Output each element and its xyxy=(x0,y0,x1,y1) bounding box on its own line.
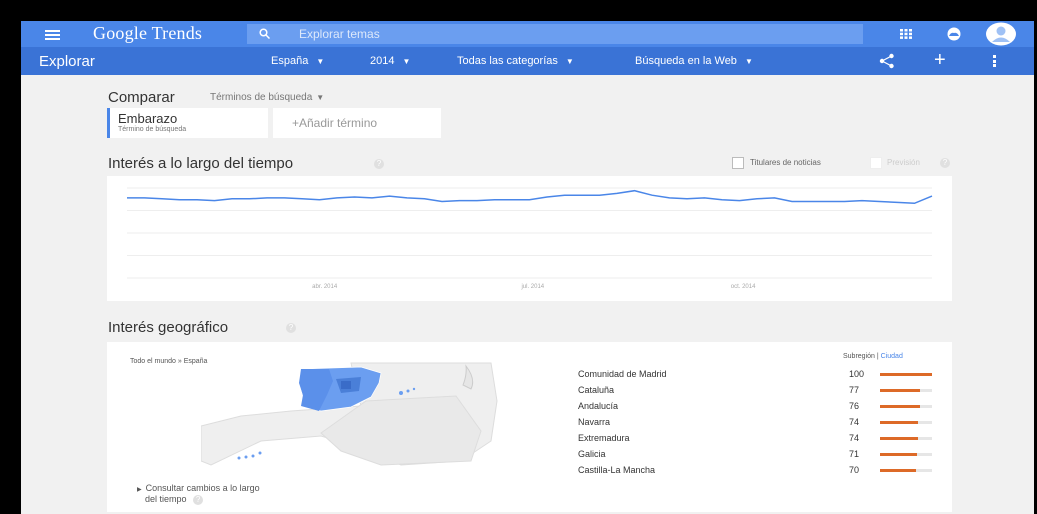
region-bar-fill xyxy=(880,453,917,456)
hamburger-menu-icon[interactable] xyxy=(45,30,60,40)
share-icon[interactable] xyxy=(879,53,895,69)
add-icon[interactable]: + xyxy=(934,49,946,72)
search-term-card[interactable]: Embarazo Término de búsqueda xyxy=(107,108,268,138)
change-link-line2: del tiempo xyxy=(145,494,187,504)
country-filter[interactable]: España ▼ xyxy=(271,55,324,67)
change-link-line1: Consultar cambios a lo largo xyxy=(145,483,260,493)
term-name: Embarazo xyxy=(118,111,178,126)
term-type: Término de búsqueda xyxy=(118,126,187,133)
headlines-checkbox[interactable] xyxy=(732,157,744,169)
x-tick-label: abr. 2014 xyxy=(312,284,338,290)
region-name: Comunidad de Madrid xyxy=(578,369,667,379)
country-filter-label: España xyxy=(271,55,309,67)
dropdown-arrow-icon: ▼ xyxy=(316,93,325,102)
year-filter-label: 2014 xyxy=(370,55,395,67)
x-tick-label: oct. 2014 xyxy=(731,284,756,290)
x-tick-label: jul. 2014 xyxy=(520,284,544,290)
region-value: 76 xyxy=(849,401,860,411)
region-bar-fill xyxy=(880,405,920,408)
region-bar-fill xyxy=(880,437,919,440)
interest-line-chart: abr. 2014 jul. 2014 oct. 2014 xyxy=(127,187,933,290)
region-value: 74 xyxy=(849,433,860,443)
region-bar xyxy=(880,469,932,472)
region-bar xyxy=(880,389,932,392)
region-name: Extremadura xyxy=(578,433,630,443)
more-vert-icon[interactable] xyxy=(993,55,996,67)
account-avatar[interactable] xyxy=(985,22,1017,46)
region-name: Cataluña xyxy=(578,385,615,395)
level-separator: | xyxy=(876,353,879,360)
add-term-button[interactable]: +Añadir término xyxy=(273,108,441,138)
region-row[interactable]: Comunidad de Madrid 100 xyxy=(578,369,932,385)
region-value: 100 xyxy=(849,369,865,379)
region-bar-fill xyxy=(880,469,917,472)
region-row[interactable]: Cataluña 77 xyxy=(578,385,932,401)
region-value: 70 xyxy=(849,465,860,475)
geo-interest-title: Interés geográfico xyxy=(108,319,229,336)
region-value: 74 xyxy=(849,417,860,427)
search-input[interactable]: Explorar temas xyxy=(247,24,863,44)
search-placeholder: Explorar temas xyxy=(299,27,380,41)
dropdown-arrow-icon: ▼ xyxy=(316,57,325,66)
region-bar xyxy=(880,373,932,376)
forecast-label: Previsión xyxy=(887,158,920,167)
headlines-label: Titulares de noticias xyxy=(750,158,821,167)
change-over-time-link[interactable]: ▶ Consultar cambios a lo largo del tiempo… xyxy=(137,484,260,505)
notifications-icon[interactable] xyxy=(944,27,964,41)
city-link[interactable]: Ciudad xyxy=(881,353,903,360)
region-bar xyxy=(880,421,932,424)
page-title: Explorar xyxy=(39,53,95,70)
series-line[interactable] xyxy=(127,189,933,205)
google-trends-logo[interactable]: Google Trends xyxy=(93,23,202,44)
region-bar xyxy=(880,437,932,440)
compare-mode-dropdown[interactable]: Términos de búsqueda ▼ xyxy=(210,92,324,103)
expand-arrow-icon: ▶ xyxy=(137,487,142,493)
subregion-link[interactable]: Subregión xyxy=(843,353,875,360)
region-row[interactable]: Extremadura 74 xyxy=(578,433,932,449)
region-bar xyxy=(880,453,932,456)
category-filter-label: Todas las categorías xyxy=(457,55,558,67)
trends-window: Google Trends Explorar temas Explorar Es… xyxy=(21,21,1034,514)
compare-mode-label: Términos de búsqueda xyxy=(210,92,313,103)
region-value: 71 xyxy=(849,449,860,459)
add-term-label: +Añadir término xyxy=(292,116,378,130)
category-filter[interactable]: Todas las categorías ▼ xyxy=(457,55,574,67)
help-icon[interactable]: ? xyxy=(374,159,384,169)
geo-help-icon[interactable]: ? xyxy=(286,323,296,333)
region-row[interactable]: Galicia 71 xyxy=(578,449,932,465)
apps-grid-icon[interactable] xyxy=(900,29,912,39)
compare-heading: Comparar xyxy=(108,89,175,106)
geo-breadcrumb[interactable]: Todo el mundo » España xyxy=(130,358,207,365)
dropdown-arrow-icon: ▼ xyxy=(402,57,411,66)
region-name: Andalucía xyxy=(578,401,619,411)
region-bar-fill xyxy=(880,373,932,376)
region-name: Navarra xyxy=(578,417,611,427)
interest-over-time-title: Interés a lo largo del tiempo xyxy=(108,155,294,172)
region-row[interactable]: Castilla-La Mancha 70 xyxy=(578,465,932,481)
forecast-help-icon[interactable]: ? xyxy=(940,158,950,168)
dropdown-arrow-icon: ▼ xyxy=(744,57,753,66)
search-type-filter[interactable]: Búsqueda en la Web ▼ xyxy=(635,55,753,67)
spain-region-map[interactable] xyxy=(201,361,501,466)
region-row[interactable]: Andalucía 76 xyxy=(578,401,932,417)
interest-chart-panel: abr. 2014 jul. 2014 oct. 2014 xyxy=(107,176,952,301)
region-name: Castilla-La Mancha xyxy=(578,465,656,475)
region-bar-fill xyxy=(880,421,919,424)
help-icon[interactable]: ? xyxy=(193,495,204,505)
explore-toolbar: Explorar España ▼ 2014 ▼ Todas las categor… xyxy=(21,47,1034,75)
geo-level-switch[interactable]: Subregión | Ciudad xyxy=(843,353,903,360)
top-bar: Google Trends Explorar temas xyxy=(21,21,1034,47)
region-name: Galicia xyxy=(578,449,606,459)
region-value: 77 xyxy=(849,385,860,395)
search-icon xyxy=(259,28,270,39)
region-bar-fill xyxy=(880,389,921,392)
search-type-filter-label: Búsqueda en la Web xyxy=(635,55,737,67)
forecast-checkbox[interactable] xyxy=(870,157,882,169)
dropdown-arrow-icon: ▼ xyxy=(565,57,574,66)
region-row[interactable]: Navarra 74 xyxy=(578,417,932,433)
region-bar xyxy=(880,405,932,408)
year-filter[interactable]: 2014 ▼ xyxy=(370,55,410,67)
